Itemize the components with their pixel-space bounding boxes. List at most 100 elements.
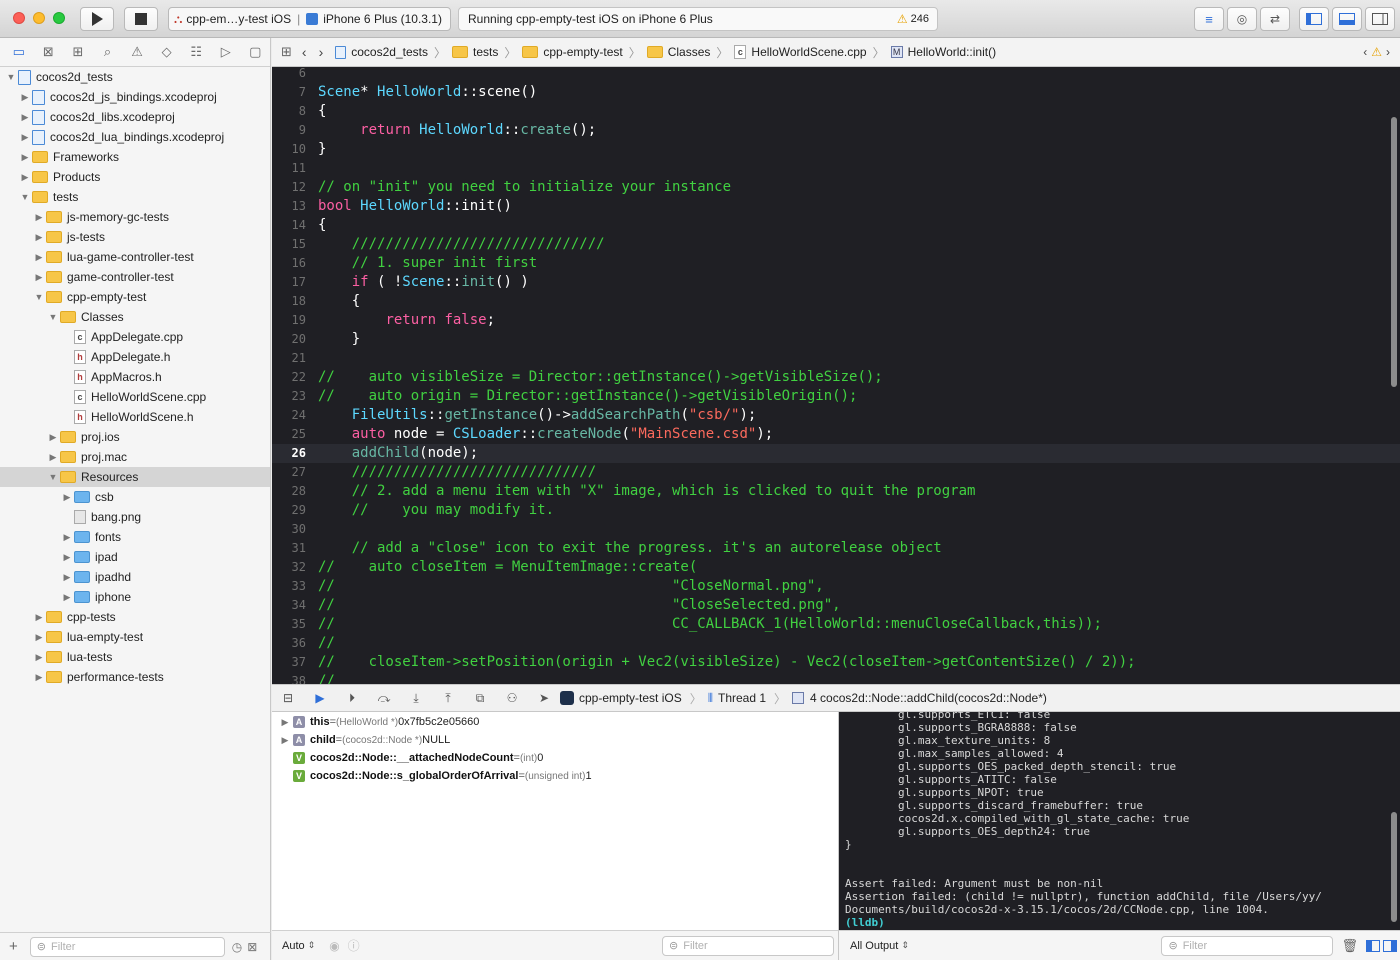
variable-row[interactable]: ▶ Achild = (cocos2d::Node *) NULL xyxy=(272,731,838,749)
code-line[interactable]: 7 Scene* HelloWorld::scene() xyxy=(272,83,1400,102)
disclosure-closed-icon[interactable]: ▶ xyxy=(32,212,46,223)
code-line[interactable]: 22 // auto visibleSize = Director::getIns… xyxy=(272,368,1400,387)
minimize-window-button[interactable] xyxy=(33,12,45,24)
chevron-updown-icon[interactable]: ⇕ xyxy=(901,940,909,951)
console-pane-toggle-icon[interactable] xyxy=(1383,939,1397,952)
code-line[interactable]: 37 // closeItem->setPosition(origin + Vec… xyxy=(272,653,1400,672)
add-icon[interactable]: + xyxy=(9,938,18,955)
code-line[interactable]: 19 return false; xyxy=(272,311,1400,330)
recent-files-icon[interactable]: ◷ xyxy=(232,940,242,954)
variables-mode-select[interactable]: Auto xyxy=(282,940,305,952)
step-over-icon[interactable]: ⤼ xyxy=(368,691,400,706)
variable-row[interactable]: Vcocos2d::Node::__attachedNodeCount = (i… xyxy=(272,749,838,767)
tree-item[interactable]: ▼ cocos2d_tests xyxy=(0,67,270,87)
breadcrumb-item[interactable]: Classes 〉 xyxy=(646,44,728,61)
run-button[interactable] xyxy=(80,7,114,31)
code-line[interactable]: 32 // auto closeItem = MenuItemImage::cre… xyxy=(272,558,1400,577)
source-control-icon[interactable]: ⊠ xyxy=(34,42,64,62)
disclosure-closed-icon[interactable]: ▶ xyxy=(32,252,46,263)
tree-item[interactable]: c HelloWorldScene.cpp xyxy=(0,387,270,407)
report-icon[interactable]: ▢ xyxy=(241,42,271,62)
console-scrollbar[interactable] xyxy=(1391,812,1397,922)
tree-item[interactable]: h AppMacros.h xyxy=(0,367,270,387)
info-icon[interactable]: ⓘ xyxy=(348,937,360,954)
code-line[interactable]: 34 // "CloseSelected.png", xyxy=(272,596,1400,615)
disclosure-open-icon[interactable]: ▼ xyxy=(18,192,32,202)
disclosure-closed-icon[interactable]: ▶ xyxy=(32,672,46,683)
code-line[interactable]: 27 ///////////////////////////// xyxy=(272,463,1400,482)
version-editor-button[interactable]: ⇄ xyxy=(1260,7,1290,31)
tree-item[interactable]: ▶ cocos2d_js_bindings.xcodeproj xyxy=(0,87,270,107)
toggle-navigator-button[interactable] xyxy=(1299,7,1329,31)
console-filter-field[interactable]: ⊜ Filter xyxy=(1161,935,1334,956)
tree-item[interactable]: ▶ proj.mac xyxy=(0,447,270,467)
tree-item[interactable]: ▶ performance-tests xyxy=(0,667,270,687)
disclosure-closed-icon[interactable]: ▶ xyxy=(32,652,46,663)
tree-item[interactable]: ▶ lua-empty-test xyxy=(0,627,270,647)
variables-view[interactable]: ▶ Athis = (HelloWorld *) 0x7fb5c2e05660 ▶ A… xyxy=(272,712,838,930)
disclosure-open-icon[interactable]: ▼ xyxy=(46,472,60,482)
back-arrow-icon[interactable]: ‹ xyxy=(302,44,307,60)
tree-item[interactable]: ▶ ipadhd xyxy=(0,567,270,587)
breadcrumb-item[interactable]: M HelloWorld::init() xyxy=(890,45,996,59)
code-line[interactable]: 35 // CC_CALLBACK_1(HelloWorld::menuClose… xyxy=(272,615,1400,634)
variable-row[interactable]: ▶ Athis = (HelloWorld *) 0x7fb5c2e05660 xyxy=(272,713,838,731)
disclosure-closed-icon[interactable]: ▶ xyxy=(46,432,60,443)
issue-warning-icon[interactable]: ⚠ xyxy=(1371,45,1382,59)
disclosure-open-icon[interactable]: ▼ xyxy=(46,312,60,322)
breakpoint-icon[interactable]: ▷ xyxy=(211,42,241,62)
disclosure-closed-icon[interactable]: ▶ xyxy=(18,172,32,183)
zoom-window-button[interactable] xyxy=(53,12,65,24)
tree-item[interactable]: ▶ fonts xyxy=(0,527,270,547)
step-out-icon[interactable]: ⤒ xyxy=(432,691,464,706)
forward-arrow-icon[interactable]: › xyxy=(319,44,324,60)
code-line[interactable]: 29 // you may modify it. xyxy=(272,501,1400,520)
tree-item[interactable]: ▼ cpp-empty-test xyxy=(0,287,270,307)
code-line[interactable]: 36 // xyxy=(272,634,1400,653)
tree-item[interactable]: ▶ js-tests xyxy=(0,227,270,247)
toggle-utilities-button[interactable] xyxy=(1365,7,1395,31)
toggle-debug-area-button[interactable] xyxy=(1332,7,1362,31)
disclosure-closed-icon[interactable]: ▶ xyxy=(60,492,74,503)
code-line[interactable]: 17 if ( !Scene::init() ) xyxy=(272,273,1400,292)
disclosure-closed-icon[interactable]: ▶ xyxy=(32,612,46,623)
tree-item[interactable]: h HelloWorldScene.h xyxy=(0,407,270,427)
disclosure-closed-icon[interactable]: ▶ xyxy=(60,592,74,603)
location-icon[interactable]: ➤ xyxy=(528,691,560,705)
breadcrumb-item[interactable]: cocos2d_tests 〉 xyxy=(335,44,446,61)
code-line[interactable]: 33 // "CloseNormal.png", xyxy=(272,577,1400,596)
warning-count[interactable]: 246 xyxy=(911,13,929,25)
debug-target-label[interactable]: cpp-empty-test iOS xyxy=(579,691,682,705)
disclosure-closed-icon[interactable]: ▶ xyxy=(278,735,292,746)
code-line[interactable]: 38 // xyxy=(272,672,1400,684)
tree-item[interactable]: ▶ cocos2d_lua_bindings.xcodeproj xyxy=(0,127,270,147)
code-line[interactable]: 14 { xyxy=(272,216,1400,235)
assistant-editor-button[interactable]: ◎ xyxy=(1227,7,1257,31)
eye-icon[interactable]: ◉ xyxy=(329,939,339,953)
editor-scrollbar[interactable] xyxy=(1391,117,1397,387)
tree-item[interactable]: ▼ tests xyxy=(0,187,270,207)
variables-filter-field[interactable]: ⊜ Filter xyxy=(662,935,834,956)
code-line[interactable]: 13 bool HelloWorld::init() xyxy=(272,197,1400,216)
disclosure-closed-icon[interactable]: ▶ xyxy=(18,112,32,123)
disclosure-closed-icon[interactable]: ▶ xyxy=(60,532,74,543)
step-into-icon[interactable]: ⤓ xyxy=(400,691,432,706)
standard-editor-button[interactable]: ≡ xyxy=(1194,7,1224,31)
close-window-button[interactable] xyxy=(13,12,25,24)
disclosure-open-icon[interactable]: ▼ xyxy=(32,292,46,302)
scm-filter-icon[interactable]: ⊠ xyxy=(247,940,257,954)
issue-icon[interactable]: ⚠ xyxy=(122,42,152,62)
code-line[interactable]: 8{ xyxy=(272,102,1400,121)
disclosure-closed-icon[interactable]: ▶ xyxy=(32,272,46,283)
thread-label[interactable]: Thread 1 xyxy=(718,691,766,705)
code-line[interactable]: 25 auto node = CSLoader::createNode("Mai… xyxy=(272,425,1400,444)
disclosure-closed-icon[interactable]: ▶ xyxy=(60,552,74,563)
code-line[interactable]: 23 // auto origin = Director::getInstance… xyxy=(272,387,1400,406)
code-line[interactable]: 9 return HelloWorld::create(); xyxy=(272,121,1400,140)
code-line[interactable]: 26 addChild(node); xyxy=(272,444,1400,463)
variable-row[interactable]: Vcocos2d::Node::s_globalOrderOfArrival =… xyxy=(272,767,838,785)
code-line[interactable]: 30 xyxy=(272,520,1400,539)
breadcrumb-item[interactable]: tests 〉 xyxy=(451,44,516,61)
source-editor[interactable]: 6 7 Scene* HelloWorld::scene() 8{9 return H… xyxy=(272,67,1400,684)
tree-item[interactable]: h AppDelegate.h xyxy=(0,347,270,367)
